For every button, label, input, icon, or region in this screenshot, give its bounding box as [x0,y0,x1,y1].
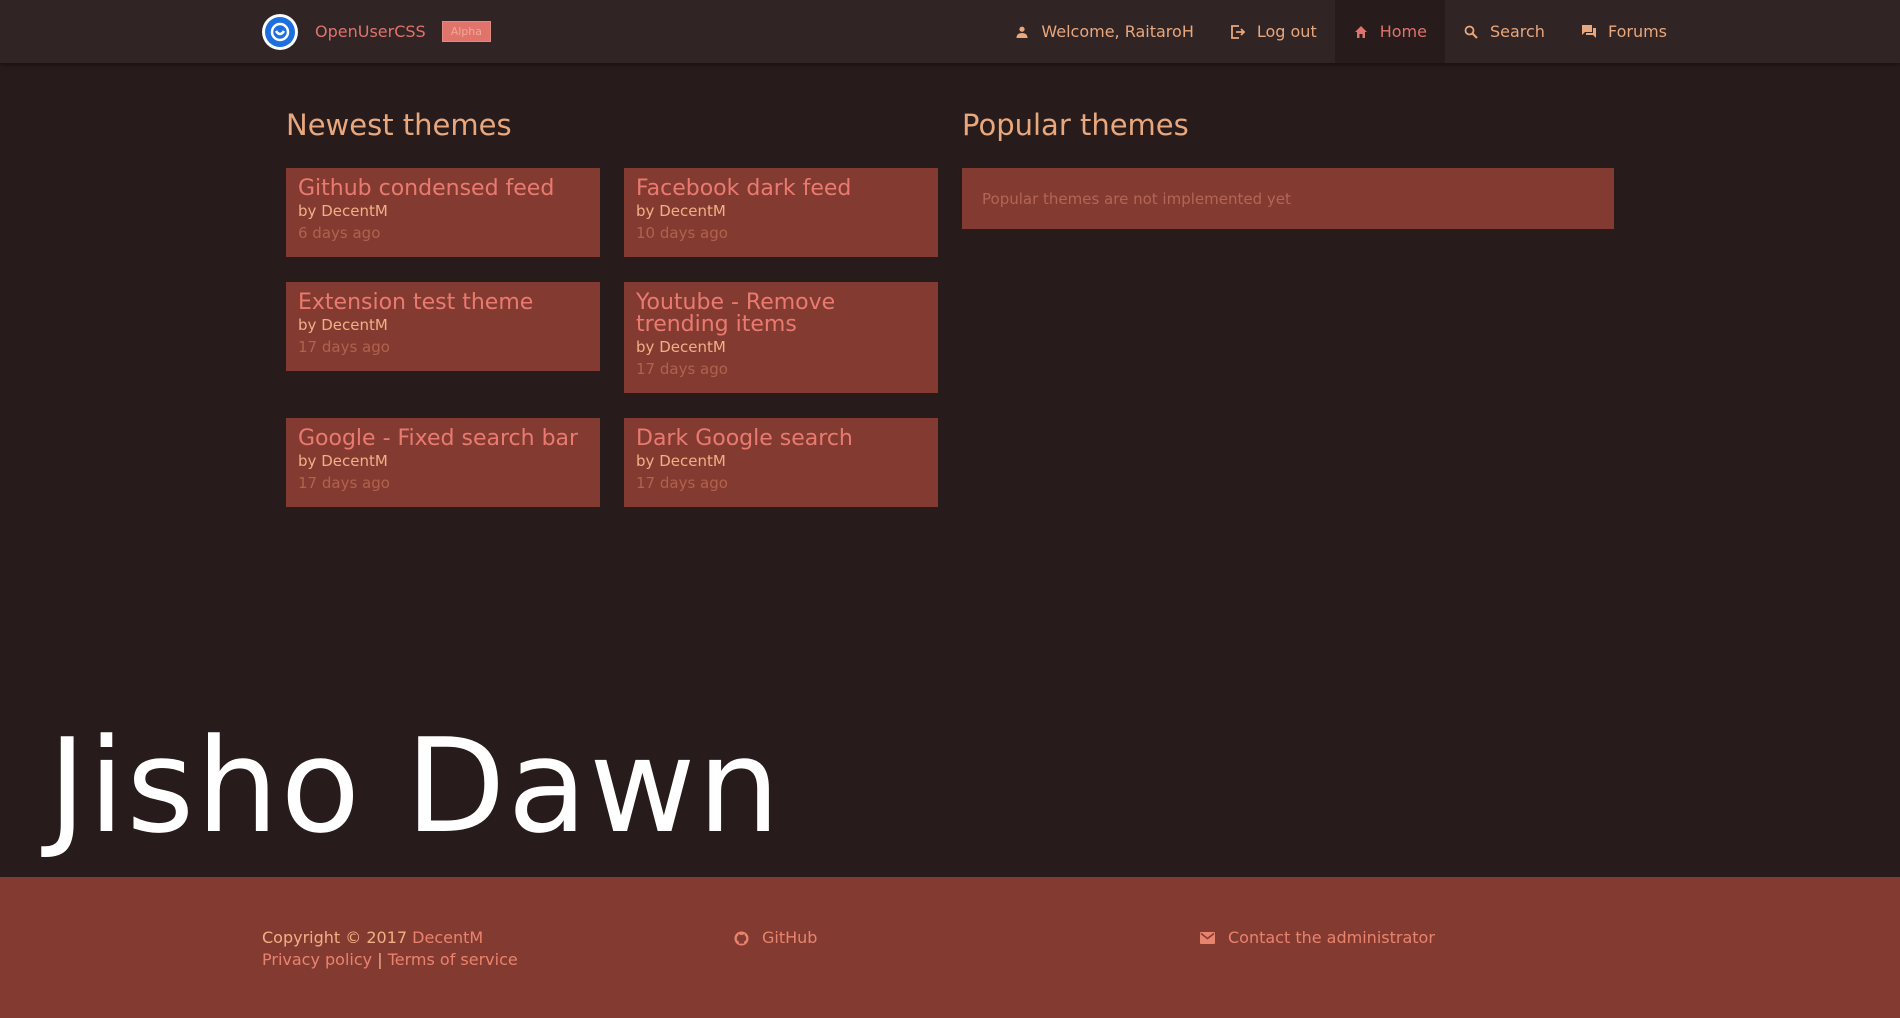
forum-icon [1581,24,1597,40]
home-icon [1353,24,1369,40]
theme-card-author-name[interactable]: DecentM [659,338,726,356]
theme-card-author: by DecentM [636,336,926,358]
theme-card-author: by DecentM [636,200,926,222]
privacy-policy-link[interactable]: Privacy policy [262,950,372,969]
theme-card[interactable]: Github condensed feed by DecentM 6 days … [286,168,600,257]
footer-copyright-block: Copyright © 2017 DecentM Privacy policy … [262,927,518,971]
openusercss-logo-icon [262,13,298,50]
theme-card-title[interactable]: Youtube - Remove trending items [636,292,926,336]
nav-logout-label: Log out [1256,22,1317,41]
nav-item-forums[interactable]: Forums [1563,0,1685,63]
nav-welcome-label: Welcome, RaitaroH [1041,22,1194,41]
theme-card[interactable]: Youtube - Remove trending items by Decen… [624,282,938,393]
theme-card-by: by [298,452,317,470]
brand-name[interactable]: OpenUserCSS [315,22,426,41]
theme-card[interactable]: Extension test theme by DecentM 17 days … [286,282,600,371]
theme-card-by: by [298,202,317,220]
nav-search-label: Search [1489,22,1545,41]
newest-themes-heading: Newest themes [286,108,512,142]
theme-card-by: by [636,338,655,356]
theme-card-author-name[interactable]: DecentM [321,202,388,220]
theme-card-title[interactable]: Google - Fixed search bar [298,428,588,450]
top-navbar: OpenUserCSS Alpha Welcome, RaitaroH Log … [0,0,1900,63]
nav-item-search[interactable]: Search [1445,0,1563,63]
theme-card-date: 17 days ago [298,474,390,492]
theme-card-date: 6 days ago [298,224,381,242]
nav-item-logout[interactable]: Log out [1212,0,1335,63]
footer: Copyright © 2017 DecentM Privacy policy … [0,877,1900,1018]
logout-icon [1230,24,1246,40]
alpha-badge: Alpha [441,21,491,42]
theme-card-author: by DecentM [298,200,588,222]
theme-card-title[interactable]: Github condensed feed [298,178,588,200]
github-link[interactable]: GitHub [733,927,817,949]
copyright-owner-link[interactable]: DecentM [412,928,483,947]
footer-separator: | [377,950,383,969]
brand[interactable]: OpenUserCSS Alpha [262,13,491,50]
contact-admin-link[interactable]: Contact the administrator [1199,927,1435,949]
theme-card-by: by [636,452,655,470]
theme-card[interactable]: Google - Fixed search bar by DecentM 17 … [286,418,600,507]
nav-forums-label: Forums [1607,22,1667,41]
theme-card-title[interactable]: Extension test theme [298,292,588,314]
theme-card-author: by DecentM [636,450,926,472]
theme-card-date: 17 days ago [636,474,728,492]
theme-card-author-name[interactable]: DecentM [659,202,726,220]
copyright-text: Copyright © 2017 [262,928,408,947]
nav-home-label: Home [1379,22,1427,41]
contact-admin-label: Contact the administrator [1228,928,1435,947]
terms-of-service-link[interactable]: Terms of service [388,950,518,969]
popular-themes-notice: Popular themes are not implemented yet [962,168,1614,229]
theme-card-date: 10 days ago [636,224,728,242]
theme-card-by: by [636,202,655,220]
popular-themes-heading: Popular themes [962,108,1189,142]
theme-card-author: by DecentM [298,314,588,336]
theme-card-date: 17 days ago [298,338,390,356]
theme-card-author-name[interactable]: DecentM [659,452,726,470]
theme-card-date: 17 days ago [636,360,728,378]
theme-card-title[interactable]: Facebook dark feed [636,178,926,200]
mail-icon [1199,930,1215,946]
theme-card[interactable]: Dark Google search by DecentM 17 days ag… [624,418,938,507]
search-icon [1463,24,1479,40]
nav-item-home[interactable]: Home [1334,0,1445,63]
theme-card-by: by [298,316,317,334]
theme-card-author-name[interactable]: DecentM [321,452,388,470]
github-icon [733,930,749,946]
overlay-title: Jisho Dawn [48,710,782,862]
github-label: GitHub [762,928,818,947]
nav-menu: Welcome, RaitaroH Log out Home Search Fo… [996,0,1685,63]
person-icon [1014,24,1030,40]
theme-card-title[interactable]: Dark Google search [636,428,926,450]
theme-card-author-name[interactable]: DecentM [321,316,388,334]
nav-item-welcome[interactable]: Welcome, RaitaroH [996,0,1212,63]
theme-card-author: by DecentM [298,450,588,472]
theme-card[interactable]: Facebook dark feed by DecentM 10 days ag… [624,168,938,257]
